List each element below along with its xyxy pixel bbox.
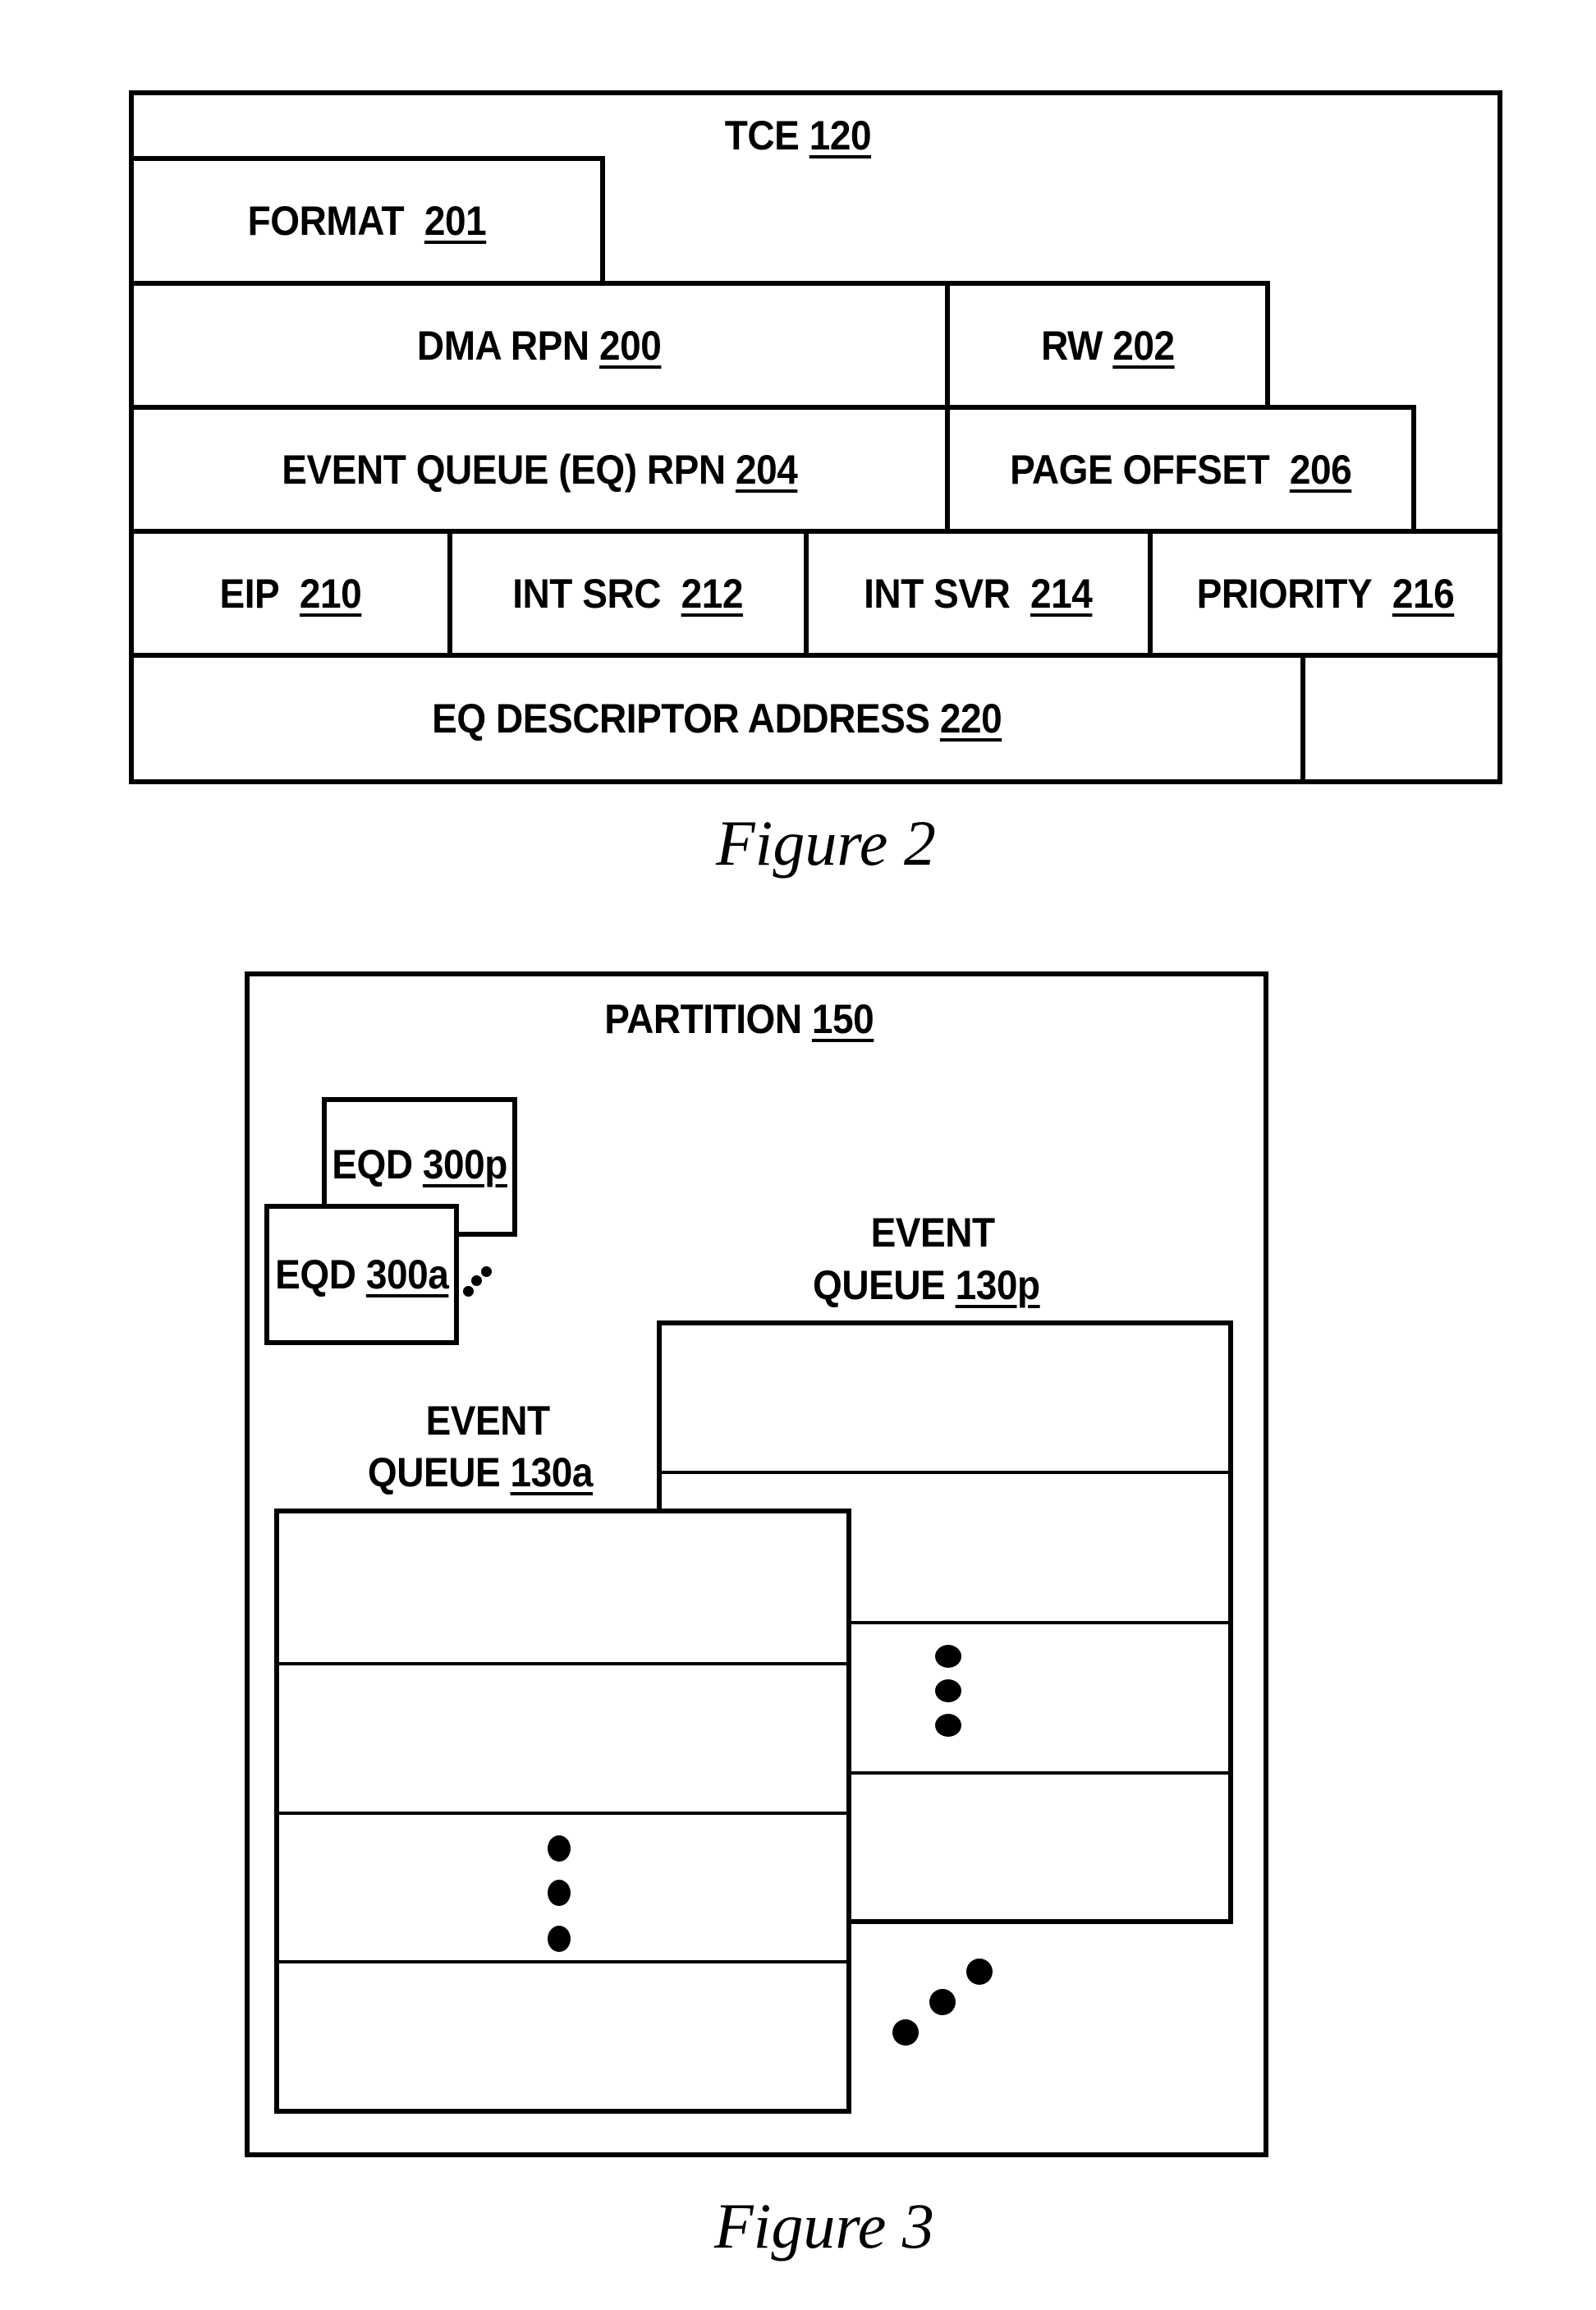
field-page-offset: PAGE OFFSET 206: [945, 405, 1416, 534]
queue-ellipsis-dot: [935, 1679, 961, 1702]
field-format: FORMAT 201: [129, 156, 605, 286]
event-queue-130a-label-line1: EVENT: [425, 1398, 551, 1444]
figure-3-caption: Figure 3: [714, 2190, 934, 2262]
field-reserved: [1300, 653, 1502, 784]
queue-entry-divider: [279, 1812, 846, 1815]
eqd-300a: EQD 300a: [264, 1204, 459, 1345]
field-int-src: INT SRC 212: [447, 529, 809, 658]
queue-ellipsis-dot: [548, 1926, 571, 1952]
eqd-ellipsis-dot: [481, 1266, 492, 1277]
queue-ellipsis-dot: [935, 1714, 961, 1737]
queue-entry-divider: [662, 1471, 1228, 1474]
event-queue-130p-label-line2: QUEUE 130p: [813, 1262, 1040, 1308]
queue-ellipsis-dot: [548, 1835, 571, 1862]
event-queue-130a-label-line2: QUEUE 130a: [367, 1449, 594, 1495]
tce-label: TCE 120: [724, 113, 872, 158]
event-queue-130a: [274, 1509, 851, 2114]
field-eip: EIP 210: [129, 529, 452, 658]
queue-ellipsis-dot: [548, 1880, 571, 1906]
field-rw: RW 202: [945, 281, 1270, 410]
eqd-ellipsis-dot: [471, 1275, 482, 1286]
field-dma-rpn: DMA RPN 200: [129, 281, 950, 410]
field-int-svr: INT SVR 214: [804, 529, 1153, 658]
queues-ellipsis-dot: [966, 1959, 993, 1985]
figure-2-caption: Figure 2: [716, 807, 936, 879]
partition-label: PARTITION 150: [604, 996, 874, 1042]
field-priority: PRIORITY 216: [1148, 529, 1502, 658]
field-eq-descriptor-address: EQ DESCRIPTOR ADDRESS 220: [129, 653, 1305, 784]
queue-entry-divider: [279, 1662, 846, 1665]
event-queue-130p-label-line1: EVENT: [870, 1210, 996, 1256]
field-eq-rpn: EVENT QUEUE (EQ) RPN 204: [129, 405, 950, 534]
eqd-ellipsis-dot: [463, 1286, 474, 1297]
queues-ellipsis-dot: [892, 2019, 919, 2046]
queue-entry-divider: [279, 1960, 846, 1963]
queue-ellipsis-dot: [935, 1645, 961, 1668]
queues-ellipsis-dot: [929, 1989, 956, 2015]
